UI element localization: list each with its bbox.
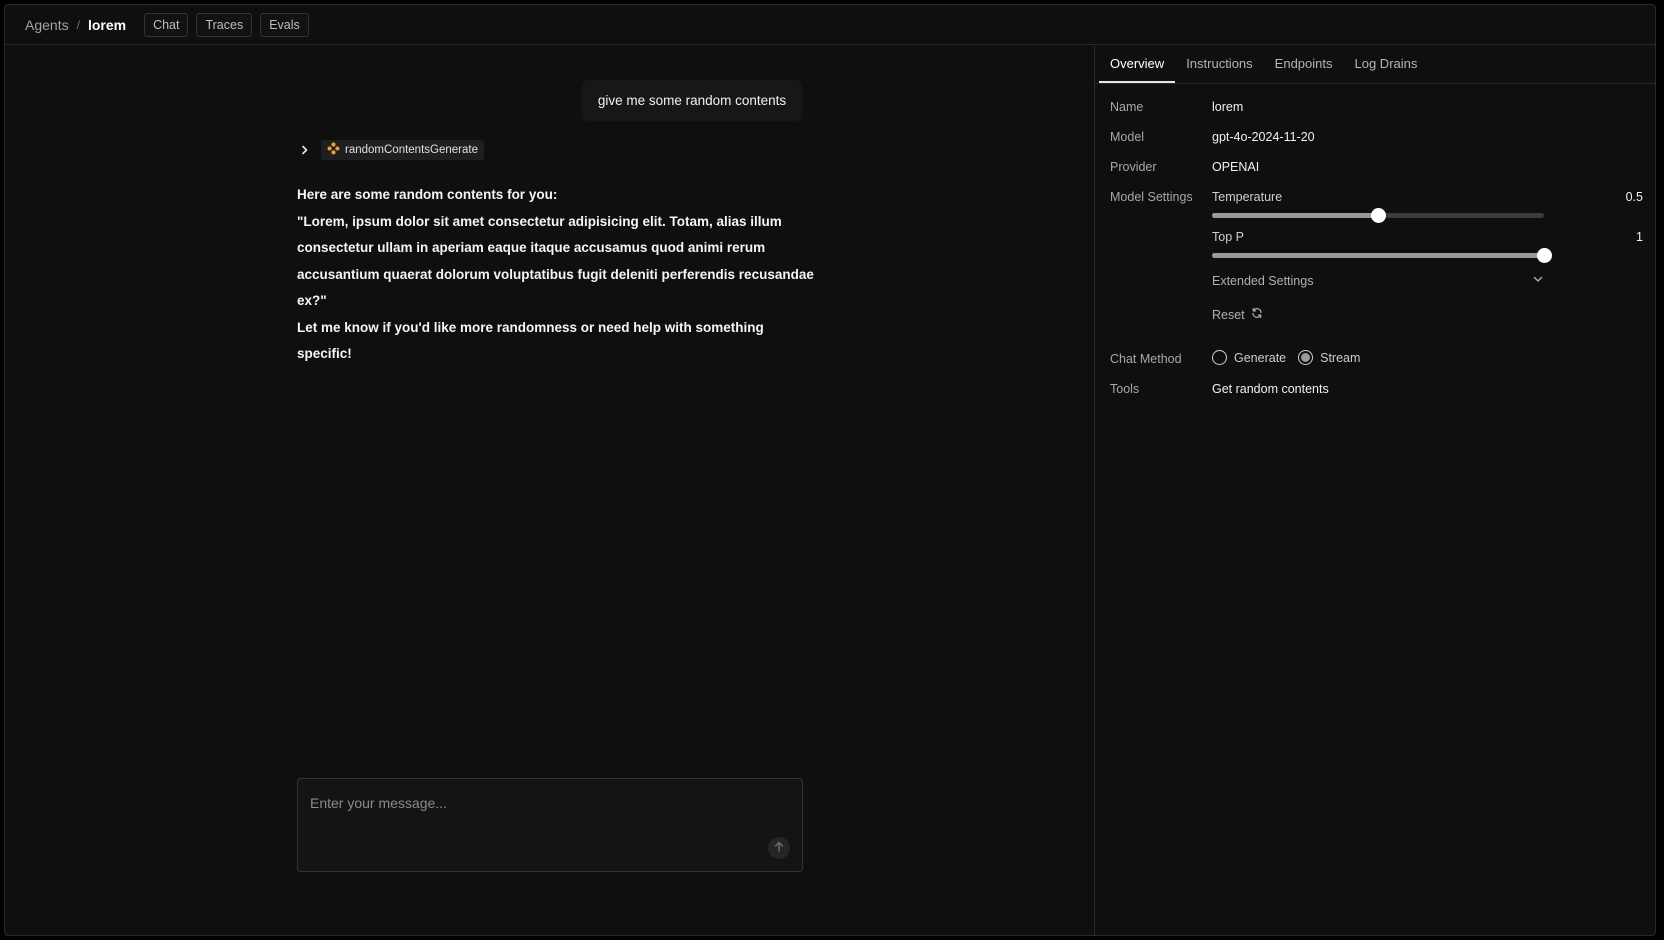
tab-overview[interactable]: Overview — [1099, 46, 1176, 83]
reset-button[interactable]: Reset — [1212, 307, 1263, 322]
provider-value: OPENAI — [1212, 160, 1260, 174]
settings-tabs: Overview Instructions Endpoints Log Drai… — [1095, 46, 1655, 84]
generate-radio[interactable] — [1212, 350, 1227, 365]
top-p-slider-thumb[interactable] — [1537, 248, 1552, 263]
extended-settings-toggle[interactable]: Extended Settings — [1212, 273, 1544, 288]
message-input[interactable] — [298, 779, 802, 871]
tab-chat[interactable]: Chat — [144, 12, 189, 37]
generate-radio-label: Generate — [1234, 350, 1287, 365]
stream-radio-label: Stream — [1320, 350, 1361, 365]
chat-method-option-stream[interactable]: Stream — [1298, 350, 1360, 365]
chat-method-option-generate[interactable]: Generate — [1212, 350, 1286, 365]
temperature-slider[interactable] — [1212, 208, 1544, 223]
model-settings-label: Model Settings — [1110, 190, 1193, 204]
temperature-slider-thumb[interactable] — [1371, 208, 1386, 223]
top-bar: Agents / lorem Chat Traces Evals — [5, 5, 1655, 45]
tools-label: Tools — [1110, 382, 1140, 396]
breadcrumb-current: lorem — [87, 16, 127, 33]
app-window: Agents / lorem Chat Traces Evals give me… — [4, 4, 1656, 936]
model-label: Model — [1110, 130, 1145, 144]
name-value: lorem — [1212, 100, 1244, 114]
extended-settings-label: Extended Settings — [1212, 273, 1314, 288]
arrow-up-icon — [774, 839, 784, 857]
assistant-message: Here are some random contents for you: "… — [297, 182, 817, 368]
settings-panel: Overview Instructions Endpoints Log Drai… — [1094, 46, 1655, 935]
top-tabs: Chat Traces Evals — [144, 12, 309, 37]
temperature-value: 0.5 — [1625, 190, 1643, 204]
assistant-line: Let me know if you'd like more randomnes… — [297, 319, 764, 362]
tab-instructions[interactable]: Instructions — [1175, 46, 1263, 83]
tools-value: Get random contents — [1212, 382, 1329, 396]
chat-panel: give me some random contents randomConte… — [5, 46, 1095, 935]
send-button[interactable] — [768, 837, 790, 859]
tool-call-name: randomContentsGenerate — [345, 144, 478, 156]
tab-log-drains[interactable]: Log Drains — [1344, 46, 1429, 83]
top-p-label: Top P — [1212, 230, 1244, 244]
message-composer — [297, 778, 803, 872]
top-p-slider-fill — [1212, 253, 1544, 258]
top-p-value: 1 — [1636, 230, 1643, 244]
tab-traces[interactable]: Traces — [196, 12, 253, 37]
tool-call-chip[interactable]: randomContentsGenerate — [321, 140, 484, 160]
chevron-down-icon — [1532, 273, 1544, 288]
tab-endpoints[interactable]: Endpoints — [1264, 46, 1344, 83]
reset-label: Reset — [1212, 307, 1245, 322]
assistant-line: Here are some random contents for you: — [297, 187, 558, 202]
breadcrumb-separator: / — [76, 17, 80, 32]
tool-icon — [327, 142, 340, 158]
breadcrumb-agents[interactable]: Agents — [25, 17, 69, 33]
user-message: give me some random contents — [582, 80, 802, 121]
refresh-icon — [1251, 307, 1263, 322]
provider-label: Provider — [1110, 160, 1157, 174]
temperature-slider-fill — [1212, 213, 1378, 218]
tab-evals[interactable]: Evals — [260, 12, 309, 37]
chevron-right-icon[interactable] — [299, 144, 311, 156]
top-p-slider[interactable] — [1212, 248, 1552, 263]
tool-call-row: randomContentsGenerate — [299, 140, 484, 160]
radio-selected-dot — [1301, 353, 1311, 362]
chat-method-label: Chat Method — [1110, 352, 1182, 366]
chat-method-radio-group: Generate Stream — [1212, 350, 1364, 365]
name-label: Name — [1110, 100, 1144, 114]
model-value: gpt-4o-2024-11-20 — [1212, 130, 1315, 144]
temperature-label: Temperature — [1212, 190, 1283, 204]
stream-radio[interactable] — [1298, 350, 1314, 365]
assistant-line: "Lorem, ipsum dolor sit amet consectetur… — [297, 213, 814, 309]
